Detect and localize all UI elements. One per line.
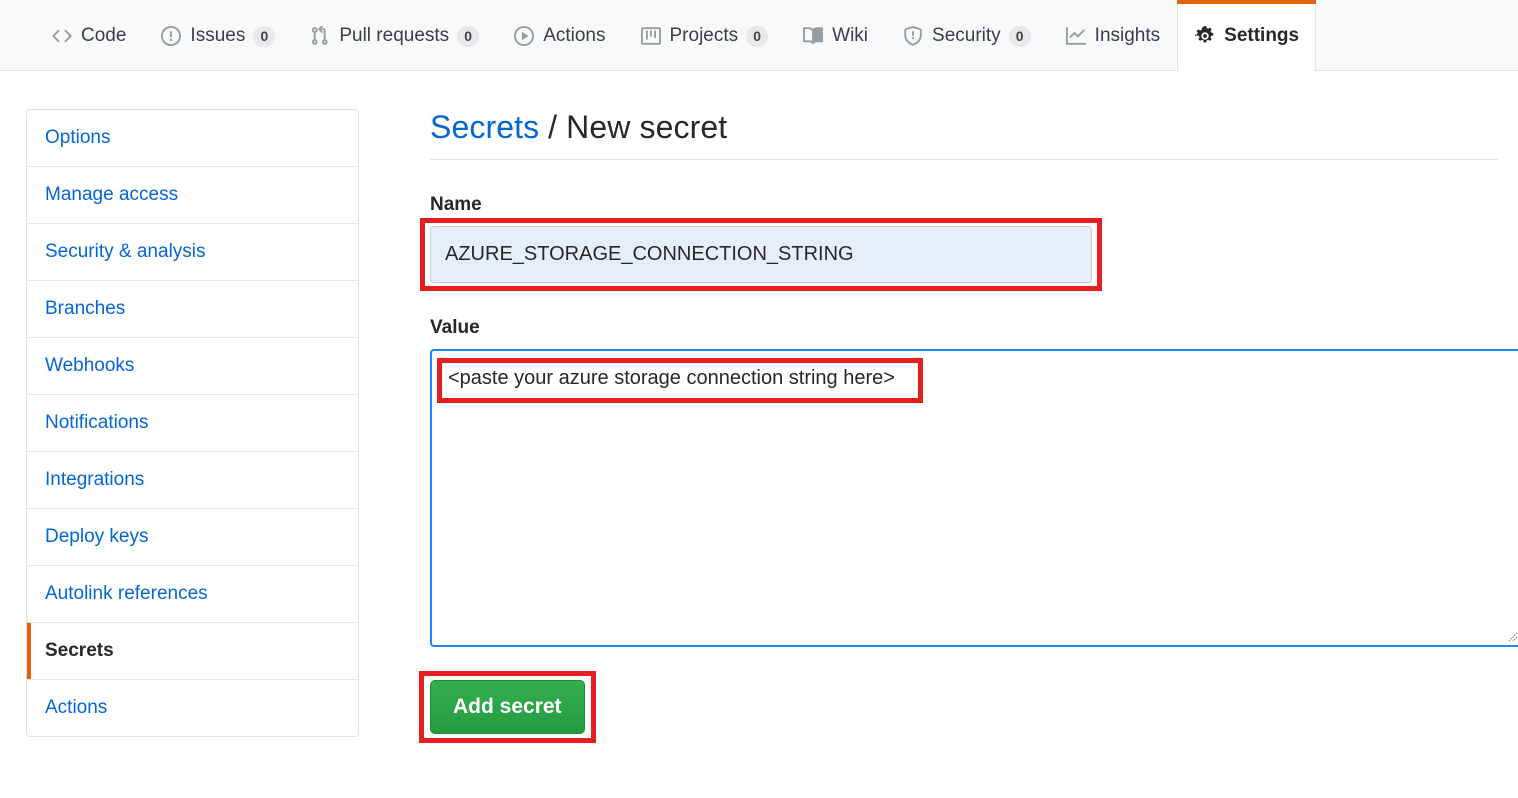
add-secret-annotation: Add secret <box>430 680 585 734</box>
graph-icon <box>1065 25 1087 47</box>
nav-tab-projects[interactable]: Projects 0 <box>623 0 786 71</box>
play-icon <box>513 25 535 47</box>
nav-tab-actions[interactable]: Actions <box>496 0 622 71</box>
sidebar-item-webhooks[interactable]: Webhooks <box>27 338 358 395</box>
main-content: Secrets / New secret Name Value Add secr… <box>359 109 1518 737</box>
sidebar-item-deploy-keys[interactable]: Deploy keys <box>27 509 358 566</box>
sidebar-item-actions[interactable]: Actions <box>27 680 358 736</box>
nav-tab-insights[interactable]: Insights <box>1048 0 1177 71</box>
sidebar-item-security-analysis[interactable]: Security & analysis <box>27 224 358 281</box>
breadcrumb-secrets-link[interactable]: Secrets <box>430 109 539 145</box>
submit-row: Add secret <box>430 680 1498 734</box>
project-board-icon <box>640 25 662 47</box>
sidebar-item-label: Manage access <box>45 184 178 205</box>
book-icon <box>802 25 824 47</box>
nav-tab-label: Security <box>932 25 1001 47</box>
pull-requests-count: 0 <box>457 26 479 47</box>
nav-tab-label: Actions <box>543 25 605 47</box>
value-field-wrapper <box>430 349 1518 647</box>
nav-tab-label: Code <box>81 25 126 47</box>
sidebar-item-label: Deploy keys <box>45 526 149 547</box>
git-pull-request-icon <box>309 25 331 47</box>
breadcrumb-separator: / <box>539 109 566 145</box>
add-secret-button[interactable]: Add secret <box>430 680 585 734</box>
sidebar-item-label: Secrets <box>45 640 114 661</box>
code-icon <box>51 25 73 47</box>
nav-tab-settings[interactable]: Settings <box>1177 0 1316 71</box>
sidebar-item-autolink-references[interactable]: Autolink references <box>27 566 358 623</box>
breadcrumb-current: New secret <box>566 109 727 145</box>
security-count: 0 <box>1009 26 1031 47</box>
sidebar-item-label: Autolink references <box>45 583 208 604</box>
sidebar-item-label: Webhooks <box>45 355 134 376</box>
nav-tab-pull-requests[interactable]: Pull requests 0 <box>292 0 496 71</box>
repo-nav: Code Issues 0 Pull requests 0 Act <box>0 0 1518 71</box>
projects-count: 0 <box>746 26 768 47</box>
nav-tab-label: Pull requests <box>339 25 449 47</box>
nav-tab-label: Insights <box>1095 25 1160 47</box>
page-body: Options Manage access Security & analysi… <box>0 71 1518 737</box>
nav-tab-code[interactable]: Code <box>34 0 143 71</box>
nav-tab-label: Projects <box>670 25 739 47</box>
issue-opened-icon <box>160 25 182 47</box>
nav-tab-security[interactable]: Security 0 <box>885 0 1048 71</box>
gear-icon <box>1194 25 1216 47</box>
nav-tab-issues[interactable]: Issues 0 <box>143 0 292 71</box>
sidebar-item-branches[interactable]: Branches <box>27 281 358 338</box>
page-title: Secrets / New secret <box>430 109 1498 160</box>
nav-tab-label: Wiki <box>832 25 868 47</box>
shield-icon <box>902 25 924 47</box>
secret-value-textarea[interactable] <box>430 349 1518 647</box>
sidebar-item-options[interactable]: Options <box>27 110 358 167</box>
sidebar-item-secrets[interactable]: Secrets <box>27 623 358 680</box>
nav-tab-wiki[interactable]: Wiki <box>785 0 885 71</box>
nav-tab-label: Settings <box>1224 25 1299 47</box>
settings-sidebar: Options Manage access Security & analysi… <box>26 109 359 737</box>
sidebar-item-label: Notifications <box>45 412 149 433</box>
sidebar-item-label: Options <box>45 127 110 148</box>
name-field-annotation <box>430 226 1092 283</box>
value-field-label: Value <box>430 317 1498 339</box>
nav-tab-label: Issues <box>190 25 245 47</box>
sidebar-item-notifications[interactable]: Notifications <box>27 395 358 452</box>
name-field-label: Name <box>430 194 1498 216</box>
sidebar-item-manage-access[interactable]: Manage access <box>27 167 358 224</box>
issues-count: 0 <box>253 26 275 47</box>
sidebar-item-label: Integrations <box>45 469 144 490</box>
sidebar-item-label: Branches <box>45 298 125 319</box>
sidebar-item-integrations[interactable]: Integrations <box>27 452 358 509</box>
secret-name-input[interactable] <box>430 226 1092 283</box>
sidebar-item-label: Security & analysis <box>45 241 206 262</box>
sidebar-item-label: Actions <box>45 697 107 718</box>
